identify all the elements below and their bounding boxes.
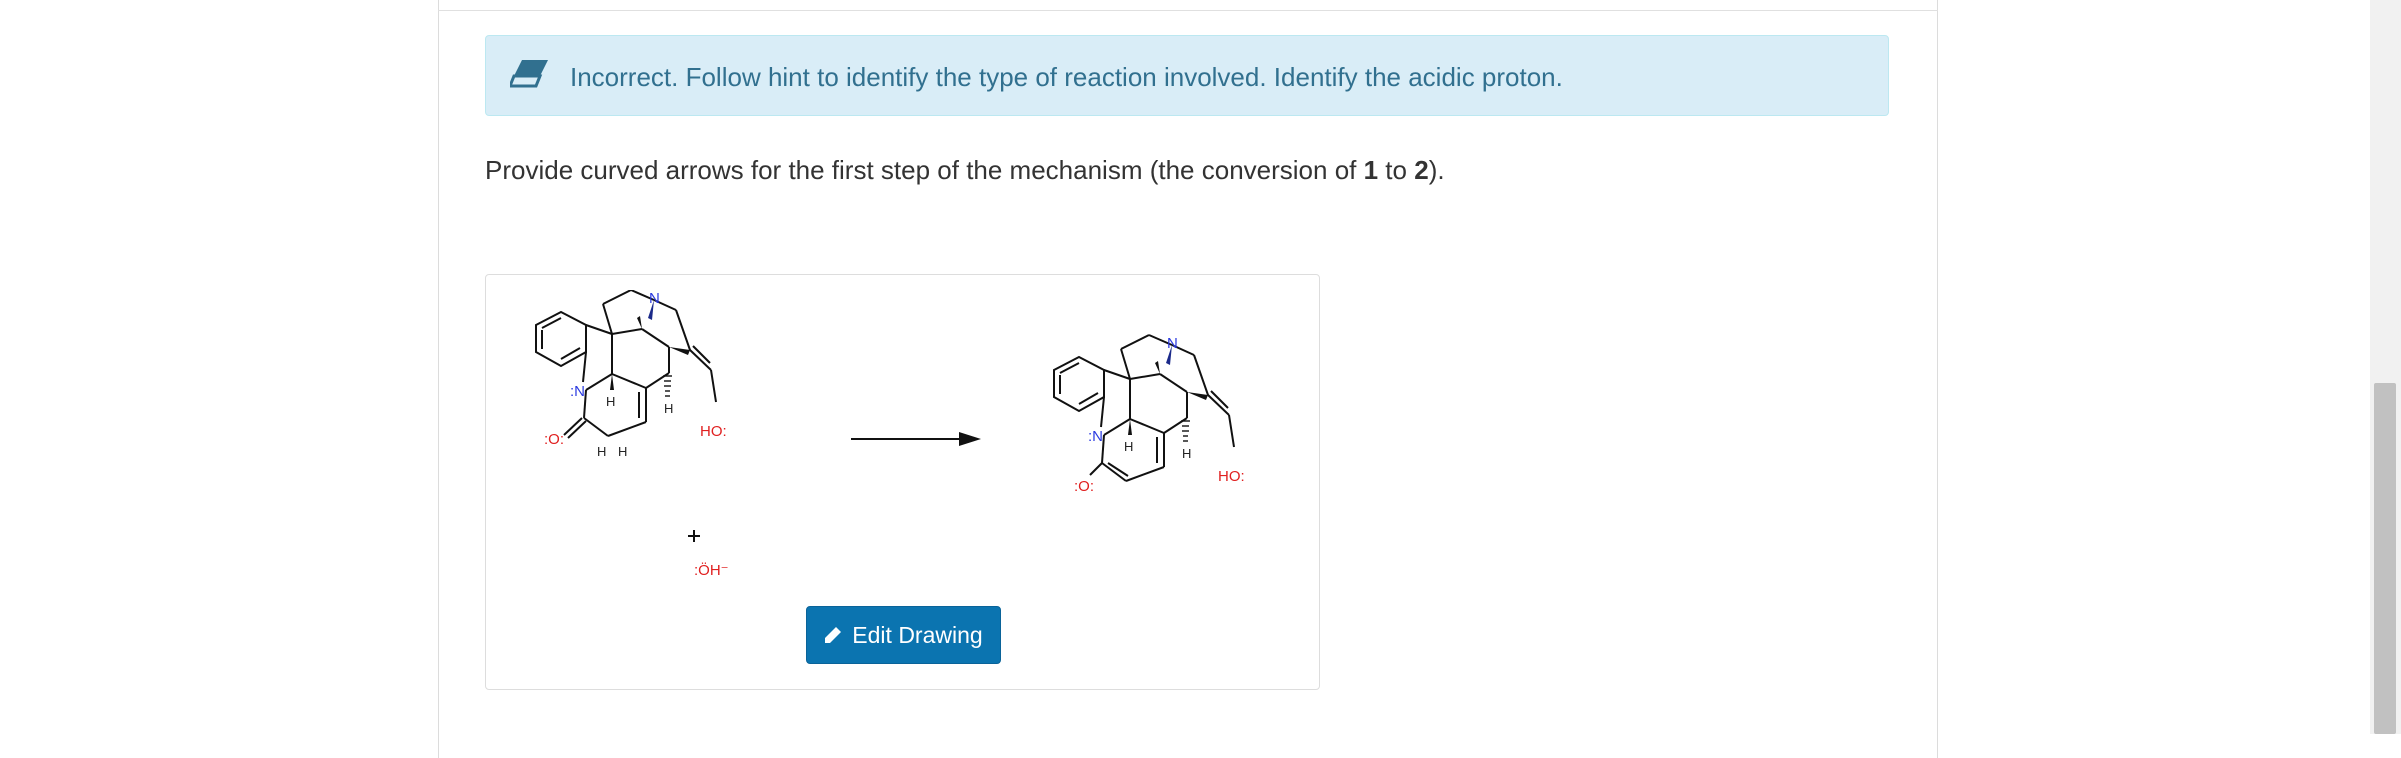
svg-text:H: H (1124, 439, 1133, 454)
edit-drawing-label: Edit Drawing (852, 621, 983, 648)
scrollbar-thumb[interactable] (2374, 383, 2396, 734)
svg-text::O:: :O: (544, 431, 564, 448)
svg-text:HO:: HO: (700, 423, 727, 440)
reaction-arrow (851, 432, 981, 446)
question-text-after: ). (1428, 155, 1445, 185)
reactant-structure: N :N H H H H :O: HO: (535, 290, 727, 459)
svg-text:N: N (1167, 335, 1178, 352)
svg-text:H: H (664, 401, 673, 416)
svg-text::N: :N (570, 383, 585, 400)
feedback-message: Incorrect. Follow hint to identify the t… (570, 62, 1563, 92)
svg-text::N: :N (1088, 428, 1103, 445)
svg-text::O:: :O: (1074, 478, 1094, 495)
question-text-middle: to (1378, 155, 1415, 185)
svg-text:N: N (649, 290, 660, 307)
question-text-before: Provide curved arrows for the first step… (485, 155, 1364, 185)
product-structure: N :N H H :O: HO: (1053, 334, 1245, 495)
plus-sign (688, 530, 700, 542)
eraser-icon (507, 58, 552, 90)
feedback-alert: Incorrect. Follow hint to identify the t… (485, 35, 1889, 116)
card-divider (438, 10, 1938, 11)
svg-text:H: H (597, 444, 606, 459)
hydroxide-label: :ÖH⁻ (694, 562, 729, 579)
edit-drawing-button[interactable]: Edit Drawing (806, 606, 1001, 664)
drawing-panel[interactable]: N :N H H H H :O: HO: :ÖH⁻ N:N H H:O: H… (485, 274, 1320, 690)
svg-text:H: H (1182, 446, 1191, 461)
start-compound-number: 1 (1363, 155, 1379, 185)
pencil-icon (825, 627, 842, 643)
svg-text:HO:: HO: (1218, 468, 1245, 485)
end-compound-number: 2 (1414, 155, 1429, 185)
svg-text:H: H (618, 444, 627, 459)
question-prompt: Provide curved arrows for the first step… (485, 155, 1445, 186)
svg-text:H: H (606, 394, 615, 409)
